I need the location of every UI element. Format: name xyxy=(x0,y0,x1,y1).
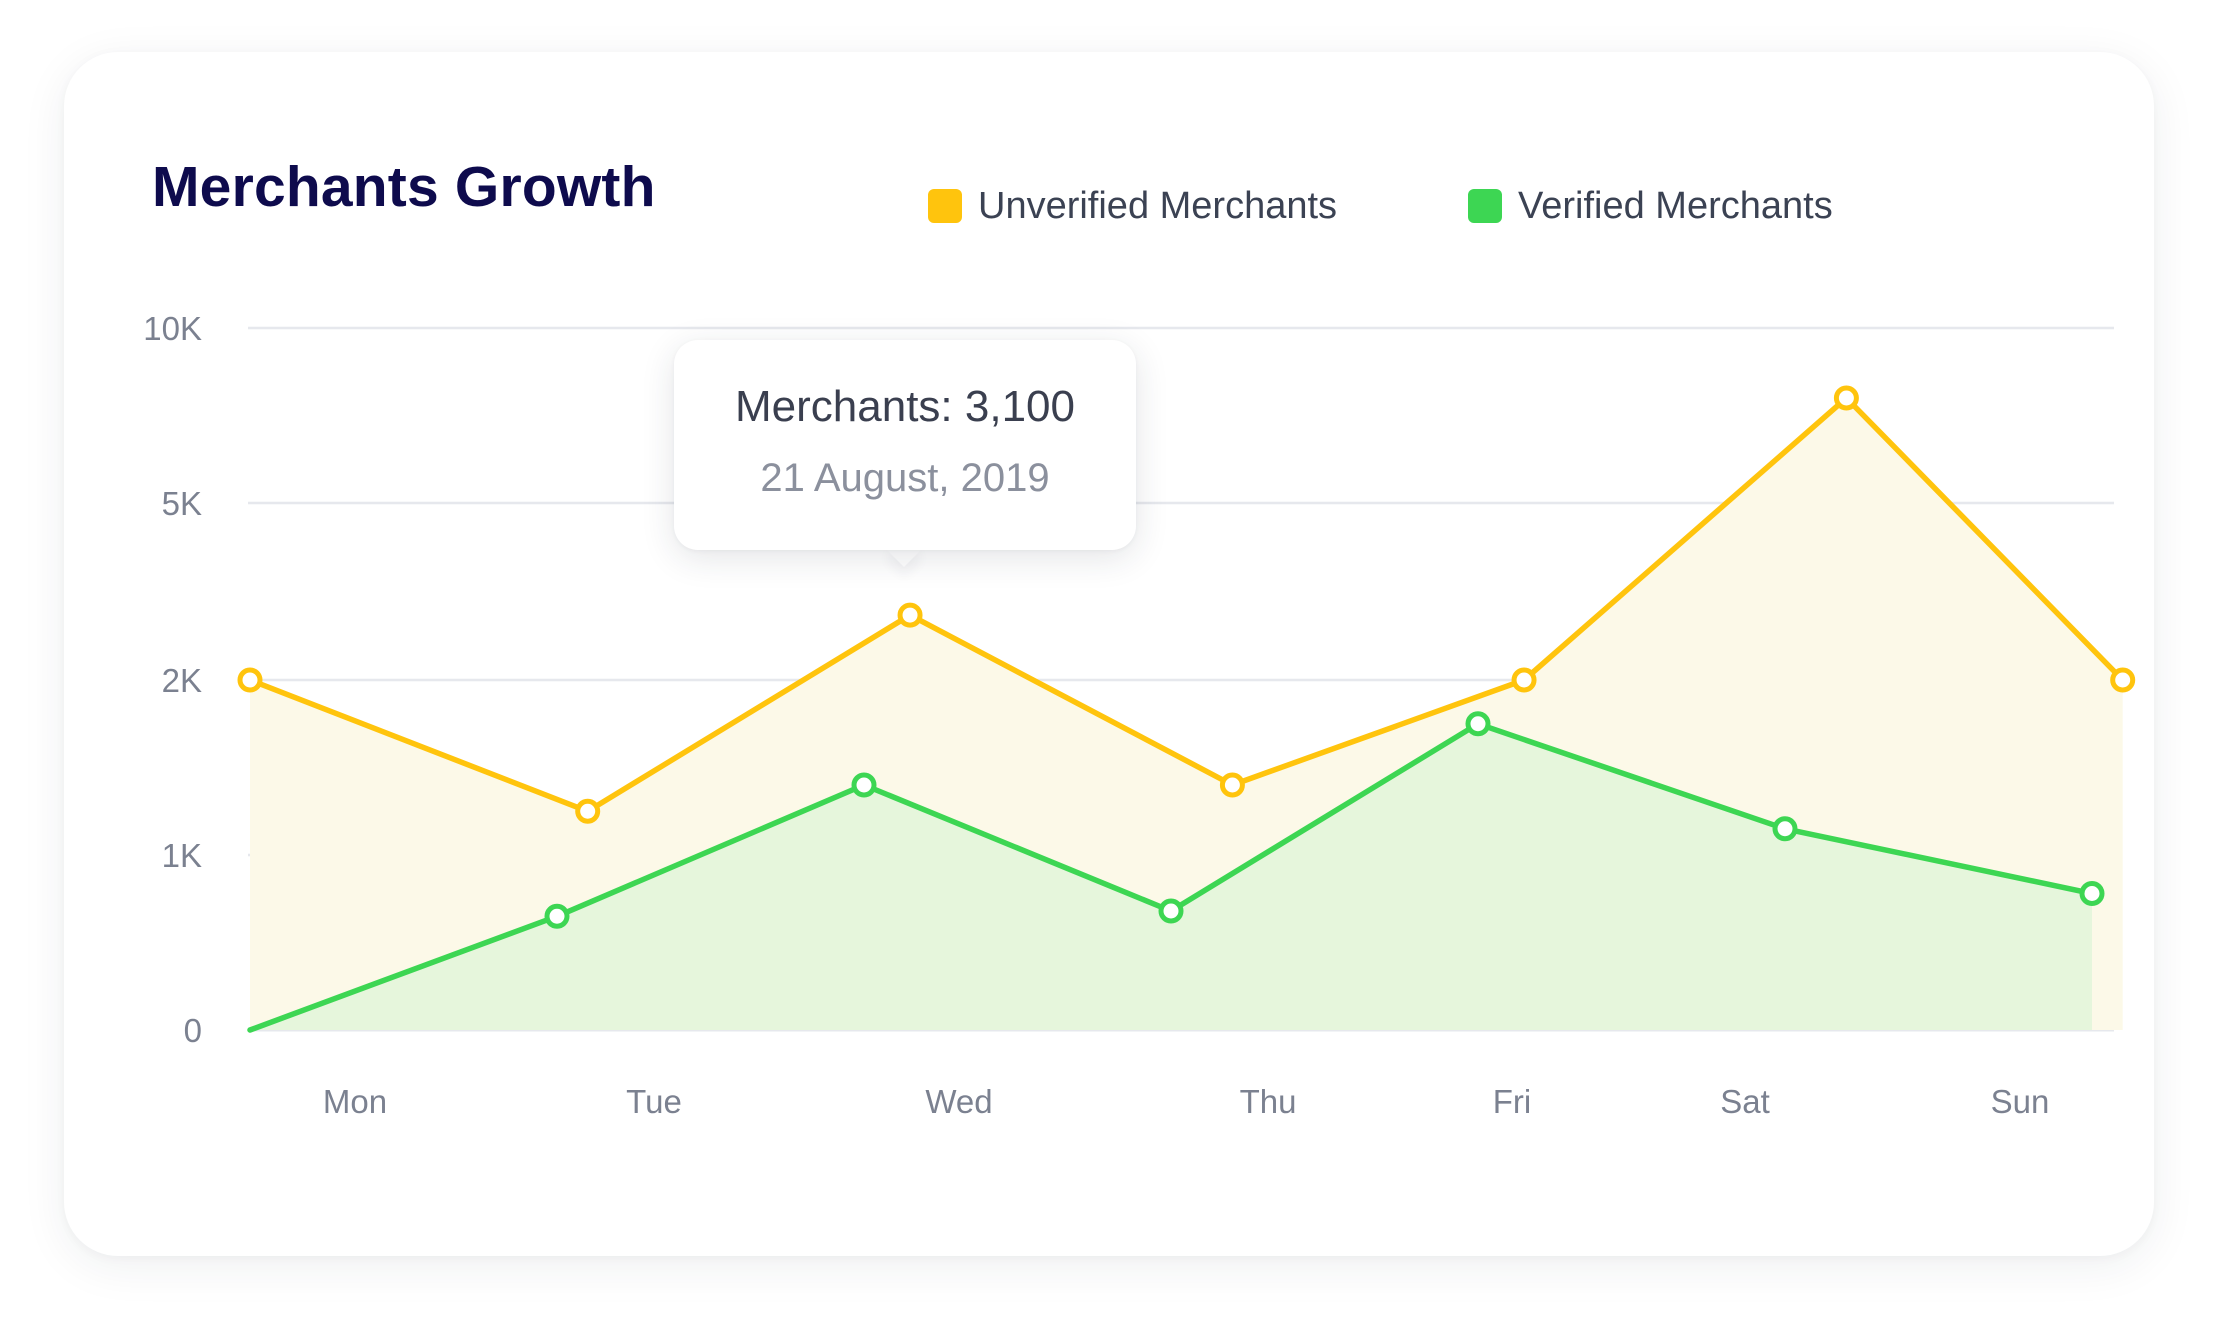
tooltip-date: 21 August, 2019 xyxy=(760,456,1050,500)
point-unverified-tue[interactable] xyxy=(575,798,601,824)
point-verified-thu[interactable] xyxy=(1158,898,1184,924)
point-verified-wed[interactable] xyxy=(851,772,877,798)
point-verified-fri[interactable] xyxy=(1465,711,1491,737)
point-unverified-sat[interactable] xyxy=(1833,385,1859,411)
point-unverified-thu[interactable] xyxy=(1219,772,1245,798)
line-chart: 0 1K 2K 5K 10K Mon Tue Wed Thu Fri Sat Sun xyxy=(143,310,2136,1120)
y-tick-label: 0 xyxy=(184,1012,202,1049)
tooltip-value: Merchants: 3,100 xyxy=(735,382,1075,431)
point-unverified-fri[interactable] xyxy=(1511,667,1537,693)
point-unverified-mon[interactable] xyxy=(237,667,263,693)
point-unverified-sun[interactable] xyxy=(2110,667,2136,693)
y-tick-label: 5K xyxy=(162,485,202,522)
x-tick-label-thu: Thu xyxy=(1240,1083,1297,1120)
chart-tooltip: Merchants: 3,100 21 August, 2019 xyxy=(674,340,1136,550)
point-verified-sun[interactable] xyxy=(2079,881,2105,906)
y-tick-label: 2K xyxy=(162,662,202,699)
point-unverified-wed[interactable] xyxy=(897,602,923,628)
x-tick-label-sat: Sat xyxy=(1720,1083,1770,1120)
x-tick-label-sun: Sun xyxy=(1991,1083,2050,1120)
point-verified-sat[interactable] xyxy=(1772,816,1798,842)
point-verified-tue[interactable] xyxy=(544,903,570,929)
y-tick-label: 1K xyxy=(162,837,202,874)
page: Merchants Growth Unverified Merchants Ve… xyxy=(0,0,2214,1329)
x-tick-label-mon: Mon xyxy=(323,1083,387,1120)
x-tick-label-wed: Wed xyxy=(925,1083,992,1120)
y-tick-label: 10K xyxy=(143,310,202,347)
x-tick-label-tue: Tue xyxy=(626,1083,682,1120)
x-tick-label-fri: Fri xyxy=(1493,1083,1531,1120)
